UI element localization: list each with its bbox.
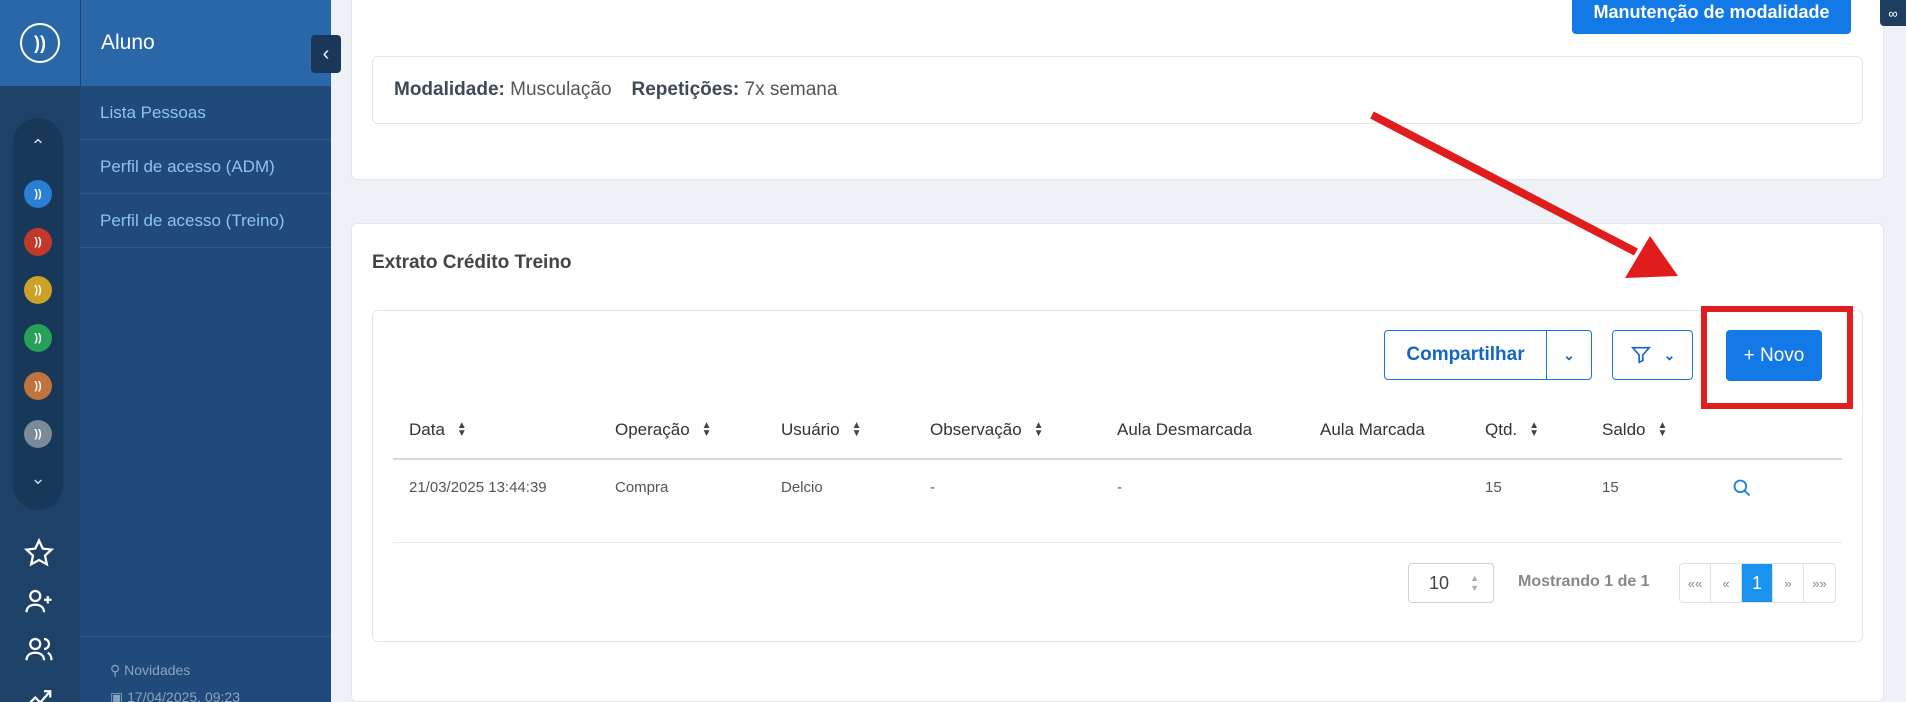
- col-aula-desmarcada-label: Aula Desmarcada: [1117, 420, 1253, 439]
- cell-usuario: Delcio: [781, 479, 823, 496]
- col-operacao-label: Operação: [615, 420, 690, 439]
- sort-icon: ▲ ▼: [1529, 420, 1540, 439]
- col-observacao-label: Observação: [930, 420, 1022, 439]
- cell-aula-desmarcada: -: [1117, 479, 1122, 496]
- sort-icon: ▲ ▼: [1033, 420, 1044, 439]
- col-operacao[interactable]: Operação ▲ ▼: [615, 420, 712, 440]
- col-qtd-label: Qtd.: [1485, 420, 1518, 439]
- page-first-button[interactable]: ««: [1680, 564, 1711, 602]
- col-aula-marcada-label: Aula Marcada: [1320, 420, 1425, 439]
- page-next-button[interactable]: »: [1773, 564, 1804, 602]
- sort-icon: ▲ ▼: [456, 420, 467, 439]
- cell-observacao: -: [930, 479, 935, 496]
- col-saldo-label: Saldo: [1602, 420, 1646, 439]
- page-last-button[interactable]: »»: [1804, 564, 1835, 602]
- col-saldo[interactable]: Saldo ▲ ▼: [1602, 420, 1667, 440]
- col-usuario-label: Usuário: [781, 420, 840, 439]
- cell-saldo: 15: [1602, 479, 1619, 496]
- sort-icon: ▲ ▼: [851, 420, 862, 439]
- col-data[interactable]: Data ▲ ▼: [409, 420, 467, 440]
- col-aula-desmarcada: Aula Desmarcada: [1117, 420, 1252, 440]
- page-current-button[interactable]: 1: [1742, 564, 1773, 602]
- table-header-divider: [393, 458, 1842, 460]
- page-size-value: 10: [1429, 572, 1450, 593]
- sort-icon: ▲ ▼: [1657, 420, 1668, 439]
- annotation-arrow: [1370, 111, 1678, 278]
- page-size-select[interactable]: 10 ▲ ▼: [1408, 563, 1494, 603]
- page-prev-button[interactable]: «: [1711, 564, 1742, 602]
- cell-data: 21/03/2025 13:44:39: [409, 479, 547, 496]
- col-qtd[interactable]: Qtd. ▲ ▼: [1485, 420, 1539, 440]
- cell-qtd: 15: [1485, 479, 1502, 496]
- cell-operacao: Compra: [615, 479, 669, 496]
- table-row-divider: [393, 542, 1842, 543]
- search-icon[interactable]: [1732, 478, 1752, 498]
- col-data-label: Data: [409, 420, 445, 439]
- accessibility-icon[interactable]: ∞: [1880, 0, 1906, 26]
- spinner-icon: ▲ ▼: [1470, 573, 1479, 593]
- showing-label: Mostrando 1 de 1: [1518, 573, 1650, 590]
- col-usuario[interactable]: Usuário ▲ ▼: [781, 420, 862, 440]
- col-observacao[interactable]: Observação ▲ ▼: [930, 420, 1044, 440]
- col-aula-marcada: Aula Marcada: [1320, 420, 1425, 440]
- sort-icon: ▲ ▼: [701, 420, 712, 439]
- pagination: «« « 1 » »»: [1679, 563, 1836, 603]
